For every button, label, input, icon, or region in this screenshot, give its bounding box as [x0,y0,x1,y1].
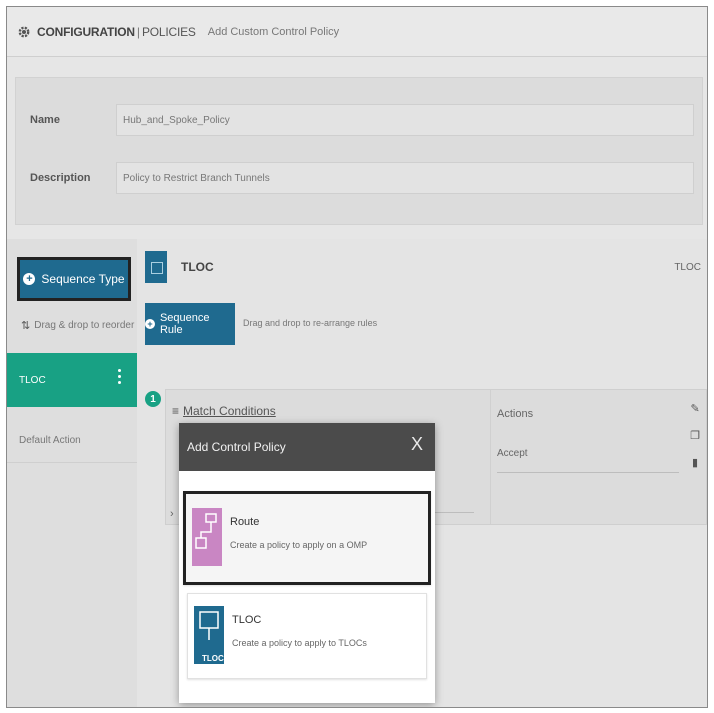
accept-underline [497,472,679,473]
tloc-option[interactable]: TLOC TLOC Create a policy to apply to TL… [187,593,427,679]
tloc-sequence-icon [145,251,167,283]
dialog-header: Add Control Policy X [179,423,435,471]
match-conditions-header[interactable]: ≡ Match Conditions [172,404,276,418]
close-icon[interactable]: X [411,435,423,453]
gear-icon [17,25,31,39]
dialog-title: Add Control Policy [187,440,286,454]
copy-icon[interactable]: ❐ [690,429,700,442]
page-title: Add Custom Control Policy [207,25,340,38]
delete-icon[interactable]: ▮ [692,456,698,469]
rule-number-badge: 1 [145,391,161,407]
name-field[interactable]: Hub_and_Spoke_Policy [116,104,694,136]
accept-action[interactable]: Accept [497,448,528,459]
sequence-header: TLOC TLOC [141,247,707,287]
tloc-icon-label: TLOC [202,654,224,663]
actions-label: Actions [497,408,534,420]
drag-hint-text: Drag & drop to reorder [34,320,135,331]
description-row: Description Policy to Restrict Branch Tu… [16,158,702,198]
sequence-type-tag: TLOC [674,261,701,273]
description-field[interactable]: Policy to Restrict Branch Tunnels [116,162,694,194]
plus-icon: + [145,319,155,329]
name-label: Name [30,114,60,126]
chevron-icon[interactable]: › [170,508,174,520]
reorder-arrows-icon: ⇅ [21,320,31,332]
tloc-policy-icon: TLOC [194,606,224,664]
option-description: Create a policy to apply on a OMP [230,540,368,550]
drag-hint: ⇅ Drag & drop to reorder [21,319,134,332]
sequence-rule-button[interactable]: + Sequence Rule [145,303,235,345]
sidebar-item-tloc[interactable]: TLOC [7,353,137,407]
option-name: Route [230,516,260,528]
sidebar-item-default-action[interactable]: Default Action [7,419,137,463]
policy-form: Name Hub_and_Spoke_Policy Description Po… [15,77,703,225]
plus-icon: + [23,273,36,285]
rule-hint: Drag and drop to re-arrange rules [243,318,378,328]
option-description: Create a policy to apply to TLOCs [232,638,367,648]
breadcrumb-policies[interactable]: POLICIES [142,25,196,39]
route-policy-icon [192,508,222,566]
sequence-sidebar: + Sequence Type ⇅ Drag & drop to reorder… [7,239,137,707]
sequence-title: TLOC [181,260,214,274]
route-option[interactable]: Route Create a policy to apply on a OMP [183,491,431,585]
breadcrumb-separator: | [136,24,140,39]
name-row: Name Hub_and_Spoke_Policy [16,100,702,140]
app-window: CONFIGURATION | POLICIES Add Custom Cont… [6,6,708,708]
sequence-rule-label: Sequence Rule [159,312,210,336]
sequence-type-button[interactable]: + Sequence Type [17,257,131,301]
description-label: Description [30,172,91,184]
breadcrumb-configuration[interactable]: CONFIGURATION [37,25,135,39]
sidebar-item-label: Default Action [19,435,81,446]
add-control-policy-dialog: Add Control Policy X Route Create a poli… [179,423,435,703]
kebab-menu-icon[interactable] [118,369,121,384]
drag-handle-icon[interactable]: ≡ [172,404,179,418]
actions-column: Actions Accept [490,390,686,524]
option-name: TLOC [232,614,262,626]
edit-icon[interactable]: ✎ [690,402,699,415]
sidebar-item-label: TLOC [19,374,46,386]
sequence-type-label: Sequence Type [41,272,125,286]
match-conditions-label: Match Conditions [183,404,276,418]
rule-tools: ✎ ❐ ▮ [690,402,700,469]
page-header: CONFIGURATION | POLICIES Add Custom Cont… [7,7,707,57]
